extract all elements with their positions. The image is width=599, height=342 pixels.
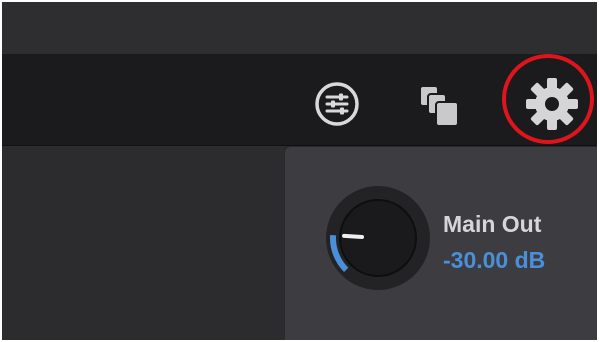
output-name-label: Main Out (443, 211, 542, 237)
windows-button[interactable] (414, 82, 468, 128)
title-bar (2, 2, 597, 54)
knob-pointer (342, 233, 365, 239)
toolbar (2, 54, 597, 146)
main-output-panel: Main Out -30.00 dB (285, 147, 597, 340)
main-volume-knob[interactable] (323, 183, 433, 293)
windows-stack-icon (419, 85, 459, 127)
left-pane (2, 146, 284, 340)
mixer-button[interactable] (312, 81, 362, 127)
highlight-circle (502, 54, 594, 144)
mixer-sliders-icon (315, 82, 359, 126)
output-gain-value: -30.00 dB (443, 247, 546, 273)
app-window: Main Out -30.00 dB (2, 2, 597, 340)
